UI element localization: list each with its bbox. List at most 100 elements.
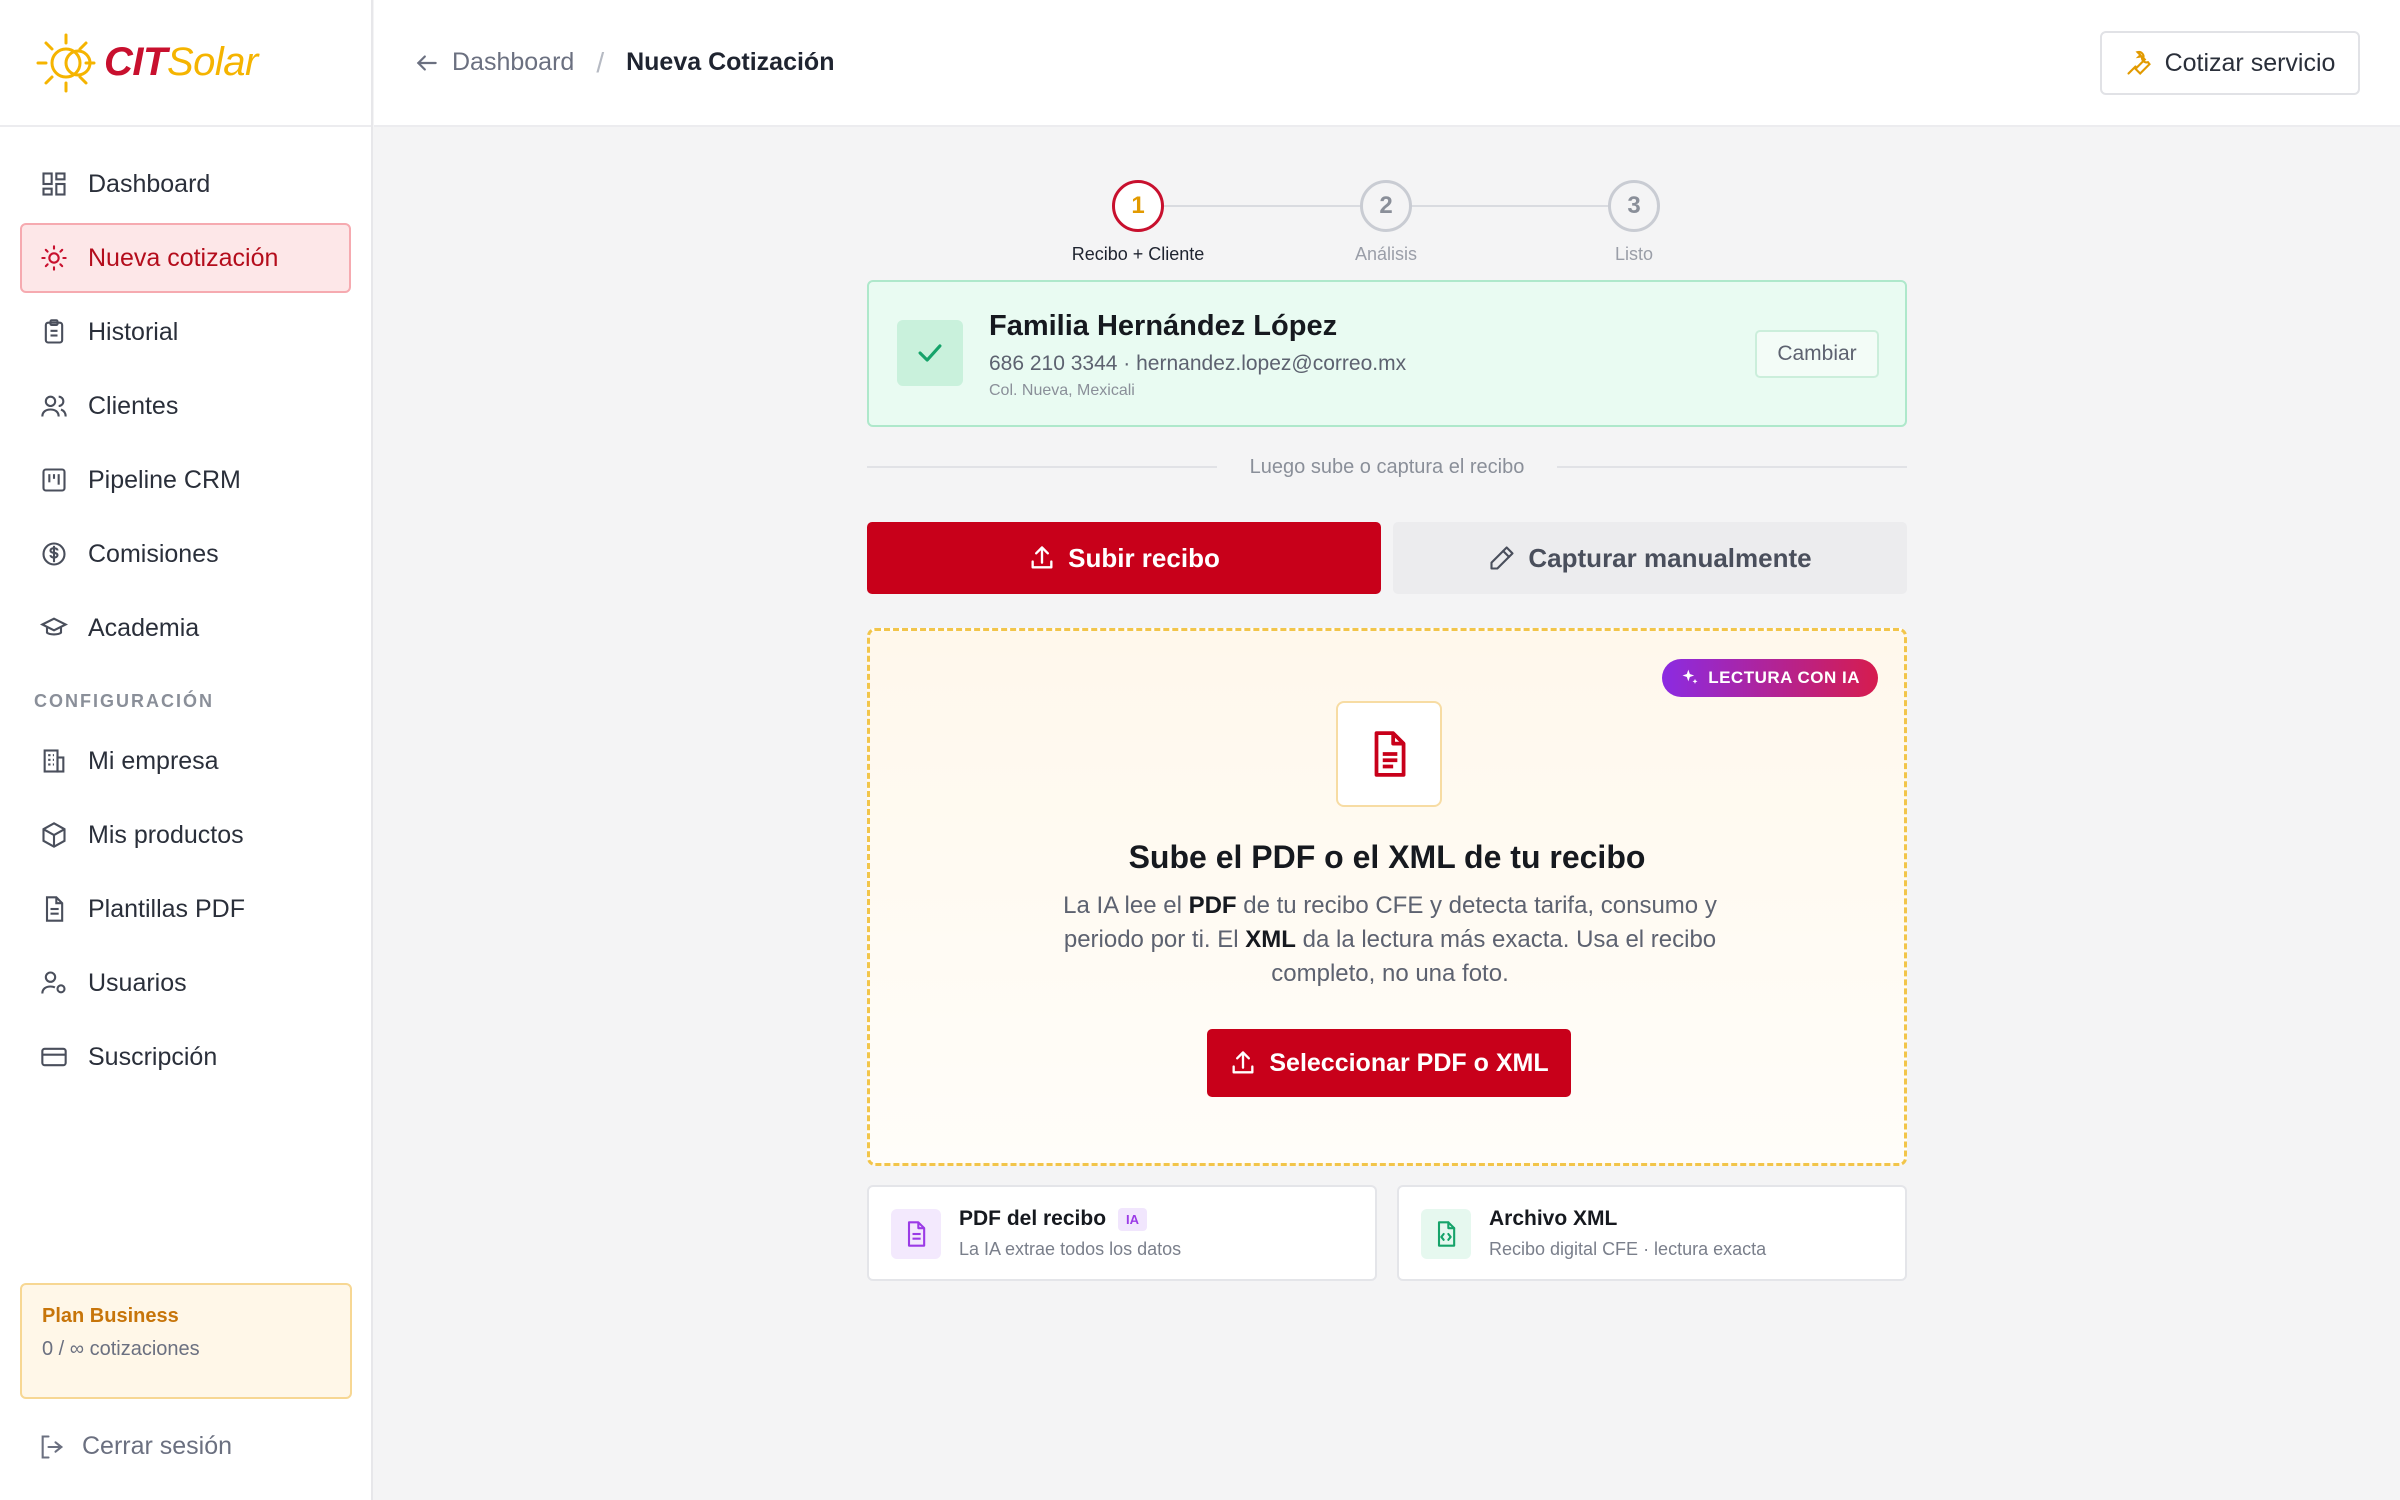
sidebar-item-label: Plantillas PDF — [88, 894, 245, 923]
file-type-title: PDF del recibo IA — [959, 1207, 1148, 1231]
file-type-description: Recibo digital CFE · lectura exacta — [1489, 1239, 1767, 1259]
section-label-configuracion: CONFIGURACIÓN — [34, 691, 214, 711]
sidebar-item-plantillas-pdf[interactable]: Plantillas PDF — [20, 874, 351, 944]
sparkles-icon — [1682, 669, 1698, 684]
check-icon — [897, 320, 963, 386]
pdf-file-icon — [891, 1209, 941, 1259]
upload-receipt-label: Subir recibo — [1068, 542, 1220, 573]
pencil-icon — [1490, 546, 1514, 570]
select-file-button[interactable]: Seleccionar PDF o XML — [1207, 1029, 1571, 1097]
plan-usage: 0 / ∞ cotizaciones — [42, 1338, 200, 1360]
page-title: Nueva Cotización — [626, 48, 835, 76]
xml-file-icon — [1421, 1209, 1471, 1259]
wrench-icon — [2127, 50, 2151, 75]
client-contact: 686 210 3344 · hernandez.lopez@correo.mx — [989, 352, 1407, 375]
logo-wordmark: CITSolar — [104, 40, 258, 84]
logout-button[interactable]: Cerrar sesión — [38, 1432, 232, 1461]
client-name: Familia Hernández López — [989, 310, 1338, 342]
sidebar: CITSolar Dashboard Nueva cotización Hist… — [0, 0, 373, 1500]
manual-capture-tab[interactable]: Capturar manualmente — [1393, 522, 1907, 594]
dropzone-title: Sube el PDF o el XML de tu recibo — [1128, 839, 1646, 875]
top-header: Dashboard / Nueva Cotización Cotizar ser… — [374, 0, 2400, 127]
stepper: 1 Recibo + Cliente 2 Análisis 3 Listo — [374, 128, 2400, 278]
sidebar-item-comisiones[interactable]: Comisiones — [20, 519, 351, 589]
arrow-left-icon — [416, 54, 437, 71]
sun-icon — [41, 245, 67, 271]
sidebar-item-label: Usuarios — [88, 968, 187, 997]
plan-card[interactable]: Plan Business 0 / ∞ cotizaciones — [20, 1283, 352, 1399]
sidebar-item-label: Nueva cotización — [88, 243, 279, 272]
step-label: Análisis — [1354, 244, 1418, 264]
ia-reading-badge: LECTURA CON IA — [1662, 659, 1878, 697]
file-text-icon — [45, 896, 64, 922]
file-type-pdf-card: PDF del recibo IA La IA extrae todos los … — [867, 1185, 1377, 1281]
credit-card-icon — [41, 1047, 67, 1067]
select-file-label: Seleccionar PDF o XML — [1269, 1048, 1549, 1077]
sidebar-item-label: Mis productos — [88, 820, 244, 849]
document-icon — [1336, 701, 1442, 807]
sidebar-item-clientes[interactable]: Clientes — [20, 371, 351, 441]
logout-label: Cerrar sesión — [82, 1432, 233, 1460]
sidebar-item-mis-productos[interactable]: Mis productos — [20, 800, 351, 870]
step-2: 2 Análisis — [1286, 180, 1486, 265]
upload-icon — [1232, 1051, 1254, 1074]
sidebar-item-mi-empresa[interactable]: Mi empresa — [20, 726, 351, 796]
sidebar-item-label: Suscripción — [88, 1042, 218, 1071]
sidebar-item-label: Clientes — [88, 391, 179, 420]
sidebar-item-academia[interactable]: Academia — [20, 593, 351, 663]
clipboard-icon — [44, 319, 64, 344]
kanban-icon — [42, 468, 66, 492]
building-icon — [43, 749, 65, 773]
dollar-circle-icon — [42, 542, 66, 566]
sidebar-item-usuarios[interactable]: Usuarios — [20, 948, 351, 1018]
dropzone-description: La IA lee el PDF de tu recibo CFE y dete… — [1063, 892, 1717, 987]
sidebar-item-dashboard[interactable]: Dashboard — [20, 149, 351, 219]
cotizar-servicio-button[interactable]: Cotizar servicio — [2100, 31, 2360, 95]
sidebar-item-historial[interactable]: Historial — [20, 297, 351, 367]
file-type-xml-card: Archivo XML Recibo digital CFE · lectura… — [1397, 1185, 1907, 1281]
step-number: 3 — [1608, 180, 1660, 232]
selected-client-card: Familia Hernández López 686 210 3344 · h… — [867, 280, 1907, 427]
sidebar-item-nueva-cotizacion[interactable]: Nueva cotización — [20, 223, 351, 293]
step-3: 3 Listo — [1534, 180, 1734, 265]
user-cog-icon — [41, 971, 66, 994]
change-client-button[interactable]: Cambiar — [1755, 330, 1879, 378]
divider-text: Luego sube o captura el recibo — [1249, 456, 1525, 478]
users-icon — [41, 395, 67, 417]
step-number: 1 — [1112, 180, 1164, 232]
sidebar-item-suscripcion[interactable]: Suscripción — [20, 1022, 351, 1092]
sidebar-item-pipeline-crm[interactable]: Pipeline CRM — [20, 445, 351, 515]
cotizar-servicio-label: Cotizar servicio — [2164, 48, 2336, 77]
upload-receipt-tab[interactable]: Subir recibo — [867, 522, 1381, 594]
main-nav: Dashboard Nueva cotización Historial Cli… — [0, 127, 371, 1092]
sidebar-item-label: Academia — [88, 613, 200, 642]
logout-icon — [41, 1434, 64, 1459]
sidebar-item-label: Pipeline CRM — [88, 465, 241, 494]
client-address: Col. Nueva, Mexicali — [989, 382, 1135, 399]
grid-icon — [42, 172, 66, 196]
breadcrumb-back-link[interactable]: Dashboard — [414, 48, 574, 77]
plan-title: Plan Business — [42, 1305, 179, 1327]
upload-icon — [1031, 546, 1053, 569]
section-divider: Luego sube o captura el recibo — [867, 456, 1907, 478]
ia-tag: IA — [1118, 1207, 1148, 1231]
file-type-description: La IA extrae todos los datos — [959, 1239, 1182, 1259]
step-label: Recibo + Cliente — [1071, 244, 1205, 264]
step-label: Listo — [1614, 244, 1654, 264]
sidebar-item-label: Comisiones — [88, 539, 219, 568]
sidebar-item-label: Mi empresa — [88, 746, 219, 775]
main-content: 1 Recibo + Cliente 2 Análisis 3 Listo Fa… — [374, 128, 2400, 1500]
step-1: 1 Recibo + Cliente — [1038, 180, 1238, 265]
logo[interactable]: CITSolar — [0, 0, 371, 127]
step-number: 2 — [1360, 180, 1412, 232]
file-drop-zone[interactable]: LECTURA CON IA Sube el PDF o el XML de t… — [867, 628, 1907, 1166]
breadcrumb-separator: / — [596, 46, 605, 78]
ia-badge-label: LECTURA CON IA — [1708, 668, 1860, 687]
graduation-cap-icon — [40, 617, 68, 636]
sidebar-item-label: Historial — [88, 317, 179, 346]
file-type-title: Archivo XML — [1489, 1207, 1618, 1230]
breadcrumb-dashboard: Dashboard — [452, 48, 575, 76]
manual-capture-label: Capturar manualmente — [1528, 542, 1812, 573]
package-icon — [42, 822, 66, 848]
sun-logo-icon — [34, 31, 98, 95]
